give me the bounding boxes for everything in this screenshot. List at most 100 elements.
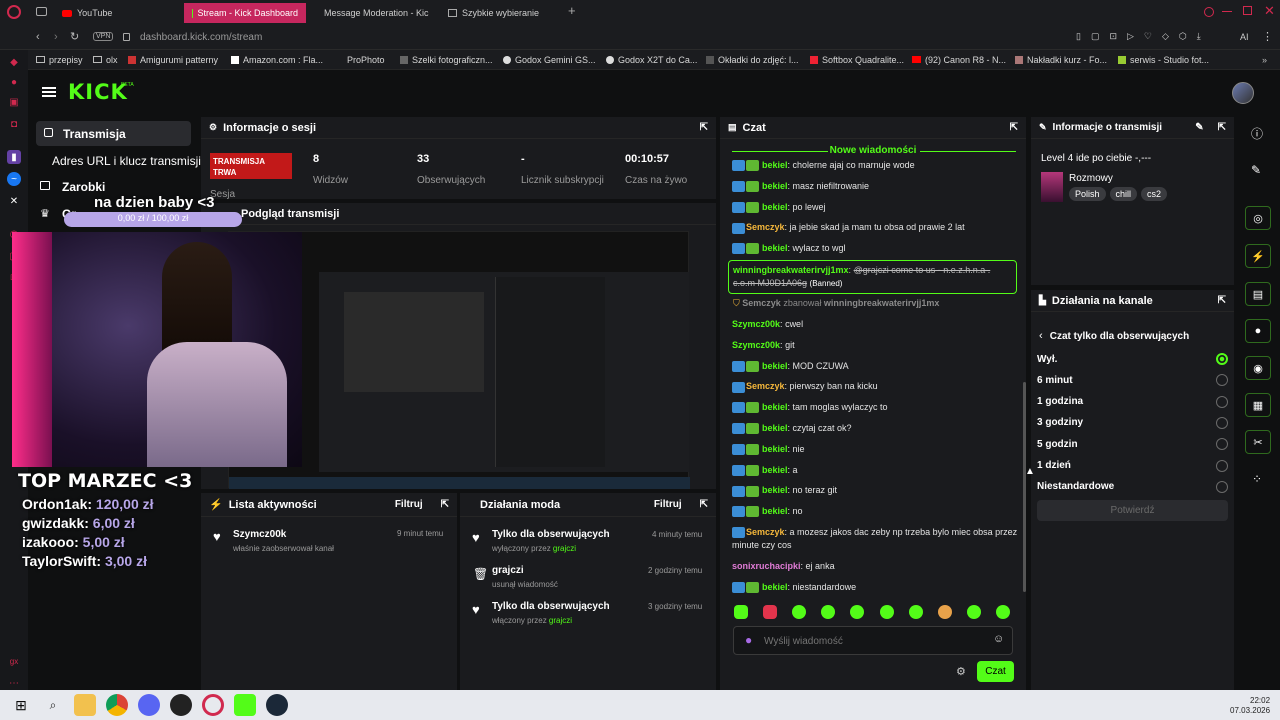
- avatar[interactable]: [1232, 82, 1254, 104]
- emoji-icon[interactable]: ☺: [993, 633, 1004, 645]
- search-icon[interactable]: [1204, 7, 1214, 17]
- chat-input-box[interactable]: ● ☺: [733, 626, 1013, 655]
- chat-bubble-icon[interactable]: ●: [1245, 319, 1271, 343]
- chat-username[interactable]: bekiel: [762, 444, 788, 454]
- chat-message[interactable]: sonixruchacipki: ej anka: [732, 560, 1022, 573]
- activity-user[interactable]: Szymcz00k: [233, 529, 286, 540]
- chat-username[interactable]: bekiel: [762, 243, 788, 253]
- bookmark-item[interactable]: Softbox Quadralite...: [810, 55, 904, 65]
- kick-app-icon[interactable]: [234, 694, 256, 716]
- chat-message[interactable]: bekiel: no: [732, 505, 1022, 518]
- emote-icon[interactable]: [908, 605, 923, 619]
- chat-username[interactable]: bekiel: [762, 402, 788, 412]
- maximize-button[interactable]: [1243, 6, 1252, 15]
- menu-dots-icon[interactable]: ⋮: [1262, 30, 1273, 43]
- vpn-badge[interactable]: VPN: [93, 32, 114, 41]
- steam-icon[interactable]: [266, 694, 288, 716]
- activity-filter-button[interactable]: Filtruj: [395, 499, 423, 510]
- chat-username[interactable]: bekiel: [762, 465, 788, 475]
- chat-username[interactable]: bekiel: [762, 485, 788, 495]
- chat-username[interactable]: bekiel: [762, 423, 788, 433]
- bookmarks-overflow-icon[interactable]: »: [1262, 55, 1267, 65]
- obs-icon[interactable]: [170, 694, 192, 716]
- mod-action-title[interactable]: grajczi: [492, 565, 524, 576]
- bookmark-item[interactable]: ProPhoto: [347, 55, 385, 65]
- emote-icon[interactable]: [821, 605, 836, 619]
- emote-icon[interactable]: [995, 605, 1010, 619]
- radio-button[interactable]: [1216, 395, 1228, 408]
- chat-message[interactable]: bekiel: cholerne ajaj co marnuje wode: [732, 159, 1022, 172]
- info-icon[interactable]: ⓘ: [1251, 125, 1263, 142]
- messenger-icon[interactable]: ▣: [7, 95, 21, 109]
- radio-button[interactable]: [1216, 480, 1228, 493]
- follower-option[interactable]: 6 minut: [1037, 372, 1228, 388]
- chat-username[interactable]: Szymcz00k: [732, 340, 780, 350]
- chat-message[interactable]: bekiel: niestandardowe: [732, 581, 1022, 594]
- profile-icon[interactable]: ●: [7, 75, 21, 89]
- follower-option[interactable]: Niestandardowe: [1037, 479, 1228, 495]
- document-icon[interactable]: ▤: [1245, 282, 1271, 306]
- chat-username[interactable]: bekiel: [762, 160, 788, 170]
- back-button[interactable]: ‹ Czat tylko dla obserwujących: [1039, 330, 1189, 342]
- chat-message[interactable]: Semczyk: ja jebie skad ja mam tu obsa od…: [732, 221, 1022, 234]
- chat-message[interactable]: bekiel: MOD CZUWA: [732, 360, 1022, 373]
- emote-icon[interactable]: [850, 605, 865, 619]
- forward-icon[interactable]: ›: [54, 31, 58, 43]
- back-icon[interactable]: ‹: [36, 31, 40, 43]
- file-explorer-icon[interactable]: [74, 694, 96, 716]
- radio-button[interactable]: [1216, 438, 1228, 451]
- x-twitter-icon[interactable]: ✕: [7, 194, 21, 208]
- system-clock[interactable]: 22:02 07.03.2026: [1230, 696, 1270, 716]
- nav-transmisja[interactable]: Transmisja: [36, 121, 191, 146]
- chat-message[interactable]: bekiel: a: [732, 464, 1022, 477]
- search-icon[interactable]: ⌕: [42, 694, 64, 716]
- chat-username[interactable]: bekiel: [762, 181, 788, 191]
- twitch-icon[interactable]: ▮: [7, 150, 21, 164]
- minimize-button[interactable]: [1222, 11, 1232, 12]
- settings-gear-icon[interactable]: ⚙: [956, 665, 966, 678]
- chat-username[interactable]: Semczyk: [746, 381, 785, 391]
- hamburger-menu-icon[interactable]: [42, 87, 56, 89]
- bookmark-item[interactable]: serwis - Studio fot...: [1118, 55, 1209, 65]
- chat-send-button[interactable]: Czat: [977, 661, 1014, 682]
- bookmark-item[interactable]: olx: [93, 55, 118, 65]
- tab-kick-dashboard[interactable]: Stream - Kick Dashboard: [184, 3, 306, 23]
- discord-icon[interactable]: [138, 694, 160, 716]
- radio-button[interactable]: [1216, 459, 1228, 472]
- nav-adres-url[interactable]: Adres URL i klucz transmisji: [52, 154, 201, 168]
- chat-message[interactable]: bekiel: po lewej: [732, 201, 1022, 214]
- chat-message[interactable]: bekiel: masz niefiltrowanie: [732, 180, 1022, 193]
- bookmark-item[interactable]: Amazon.com : Fla...: [231, 55, 323, 65]
- broadcast-icon[interactable]: ◉: [1245, 356, 1271, 380]
- radio-button[interactable]: [1216, 353, 1228, 365]
- chat-message[interactable]: Semczyk: a mozesz jakos dac zeby np trze…: [732, 526, 1022, 552]
- chat-message[interactable]: bekiel: czytaj czat ok?: [732, 422, 1022, 435]
- category-name[interactable]: Rozmowy: [1069, 173, 1113, 184]
- bookmark-item[interactable]: Godox X2T do Ca...: [606, 55, 697, 65]
- chat-message[interactable]: Szymcz00k: git: [732, 339, 1022, 352]
- follower-option[interactable]: 1 godzina: [1037, 394, 1228, 410]
- tag-chip[interactable]: Polish: [1069, 187, 1106, 201]
- chat-message[interactable]: bekiel: wylacz to wgl: [732, 242, 1022, 255]
- chat-message-input[interactable]: [764, 632, 984, 650]
- chat-message[interactable]: Semczyk: pierwszy ban na kicku: [732, 380, 1022, 393]
- chat-scrollbar[interactable]: [1023, 382, 1026, 592]
- bookmark-item[interactable]: Godox Gemini GS...: [503, 55, 596, 65]
- chat-username[interactable]: Semczyk: [746, 222, 785, 232]
- chat-username[interactable]: bekiel: [762, 361, 788, 371]
- close-window-button[interactable]: ✕: [1264, 3, 1275, 19]
- chat-username[interactable]: bekiel: [762, 582, 788, 592]
- reload-icon[interactable]: ↻: [70, 30, 79, 43]
- heart-icon[interactable]: ◆: [7, 55, 21, 69]
- tab-youtube[interactable]: YouTube: [54, 3, 179, 23]
- tag-chip[interactable]: chill: [1109, 187, 1138, 201]
- new-tab-button[interactable]: +: [568, 4, 580, 17]
- windows-start-icon[interactable]: ⊞: [10, 694, 32, 716]
- pencil-icon[interactable]: ✎: [1251, 163, 1261, 177]
- layout-icon[interactable]: ▦: [1245, 393, 1271, 417]
- confirm-button[interactable]: Potwierdź: [1037, 500, 1228, 521]
- workspaces-icon[interactable]: [36, 7, 47, 16]
- emote-icon[interactable]: [879, 605, 894, 619]
- follower-option[interactable]: 3 godziny: [1037, 415, 1228, 431]
- more-icon[interactable]: ⋯: [7, 676, 21, 690]
